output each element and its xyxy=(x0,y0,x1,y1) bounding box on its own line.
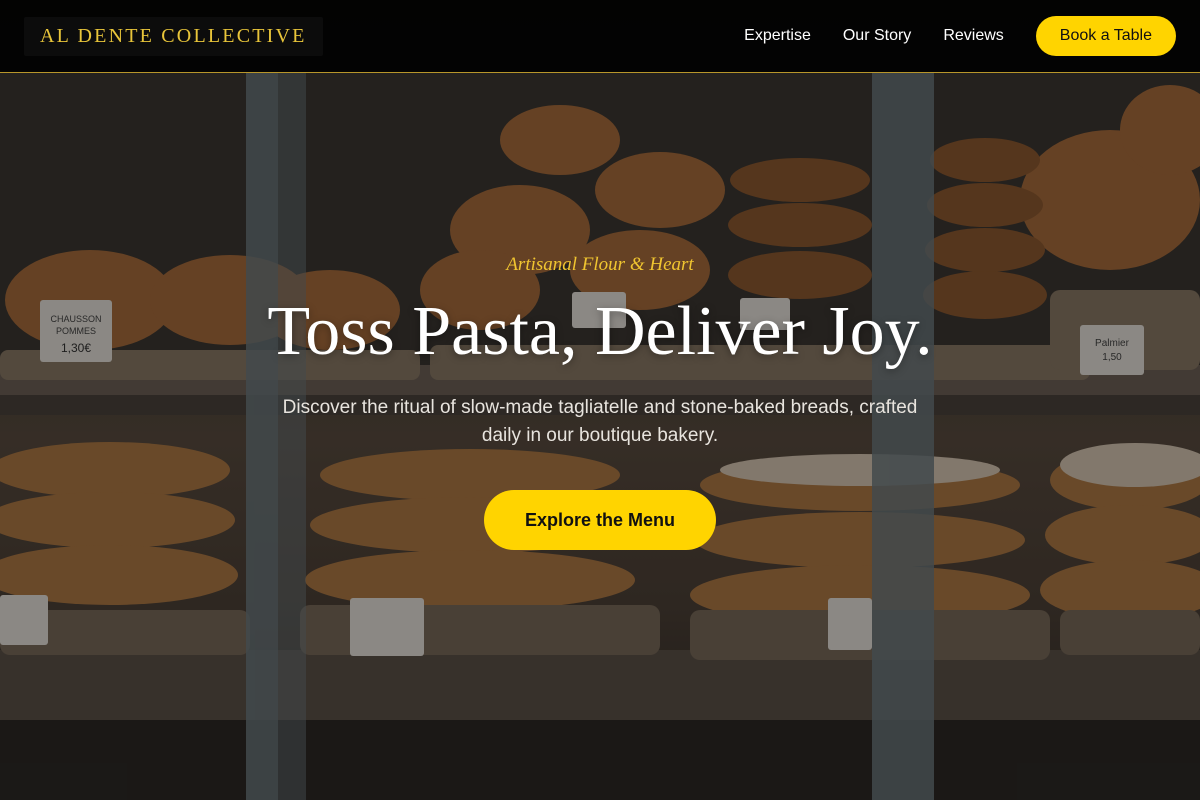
hero-headline: Toss Pasta, Deliver Joy. xyxy=(267,293,933,370)
site-header: AL DENTE COLLECTIVE Expertise Our Story … xyxy=(0,0,1200,73)
brand-logo[interactable]: AL DENTE COLLECTIVE xyxy=(24,16,323,56)
hero-section: Artisanal Flour & Heart Toss Pasta, Deli… xyxy=(0,250,1200,550)
hero-subcopy: Discover the ritual of slow-made tagliat… xyxy=(282,397,918,446)
nav-link-expertise[interactable]: Expertise xyxy=(744,27,811,45)
book-table-button[interactable]: Book a Table xyxy=(1035,16,1176,56)
explore-menu-button[interactable]: Explore the Menu xyxy=(484,490,716,550)
hero-eyebrow: Artisanal Flour & Heart xyxy=(506,254,694,275)
main-nav: Expertise Our Story Reviews Book a Table xyxy=(744,16,1176,56)
nav-link-reviews[interactable]: Reviews xyxy=(943,27,1003,45)
nav-link-our-story[interactable]: Our Story xyxy=(843,27,911,45)
